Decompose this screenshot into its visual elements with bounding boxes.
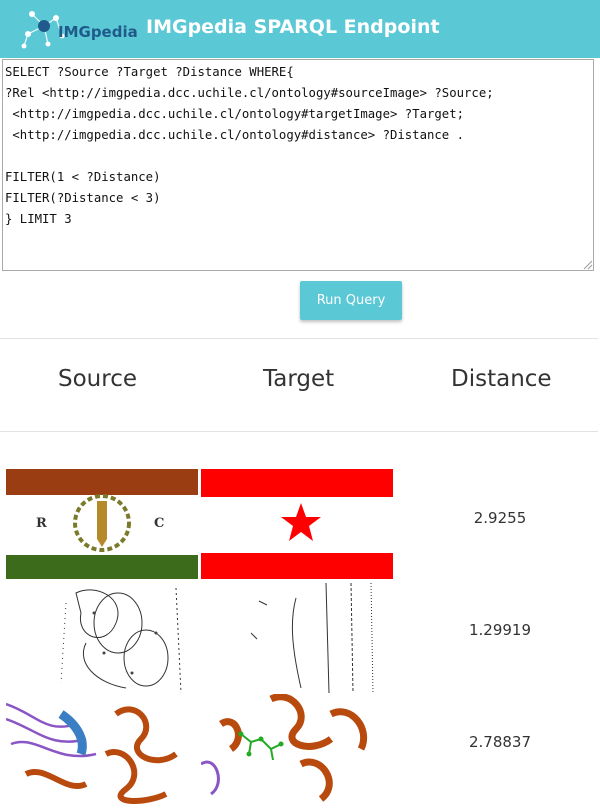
- source-image-protein[interactable]: [6, 694, 198, 804]
- resize-grip-icon[interactable]: [582, 259, 593, 270]
- distance-value: 2.9255: [473, 509, 527, 527]
- imgpedia-logo[interactable]: IMGpedia: [18, 6, 138, 52]
- target-image-flag[interactable]: [201, 469, 393, 579]
- column-header-source: Source: [58, 366, 137, 392]
- svg-text:C: C: [154, 516, 164, 531]
- source-image-sketch[interactable]: [6, 583, 198, 693]
- distance-value: 1.29919: [468, 621, 532, 639]
- source-image-flag[interactable]: R C: [6, 469, 198, 579]
- target-image-sketch[interactable]: [201, 583, 393, 693]
- column-header-target: Target: [263, 366, 335, 392]
- svg-text:R: R: [36, 516, 47, 531]
- column-header-distance: Distance: [451, 366, 552, 392]
- divider-top: [0, 338, 598, 339]
- run-query-button[interactable]: Run Query: [300, 281, 402, 320]
- distance-value: 2.78837: [468, 733, 532, 751]
- page-title: IMGpedia SPARQL Endpoint: [146, 16, 440, 38]
- target-image-protein[interactable]: [201, 694, 393, 804]
- sparql-query-input[interactable]: SELECT ?Source ?Target ?Distance WHERE{ …: [2, 59, 594, 271]
- divider-header: [0, 431, 598, 432]
- app-header: IMGpedia IMGpedia SPARQL Endpoint: [0, 0, 600, 58]
- logo-text: IMGpedia: [58, 23, 138, 41]
